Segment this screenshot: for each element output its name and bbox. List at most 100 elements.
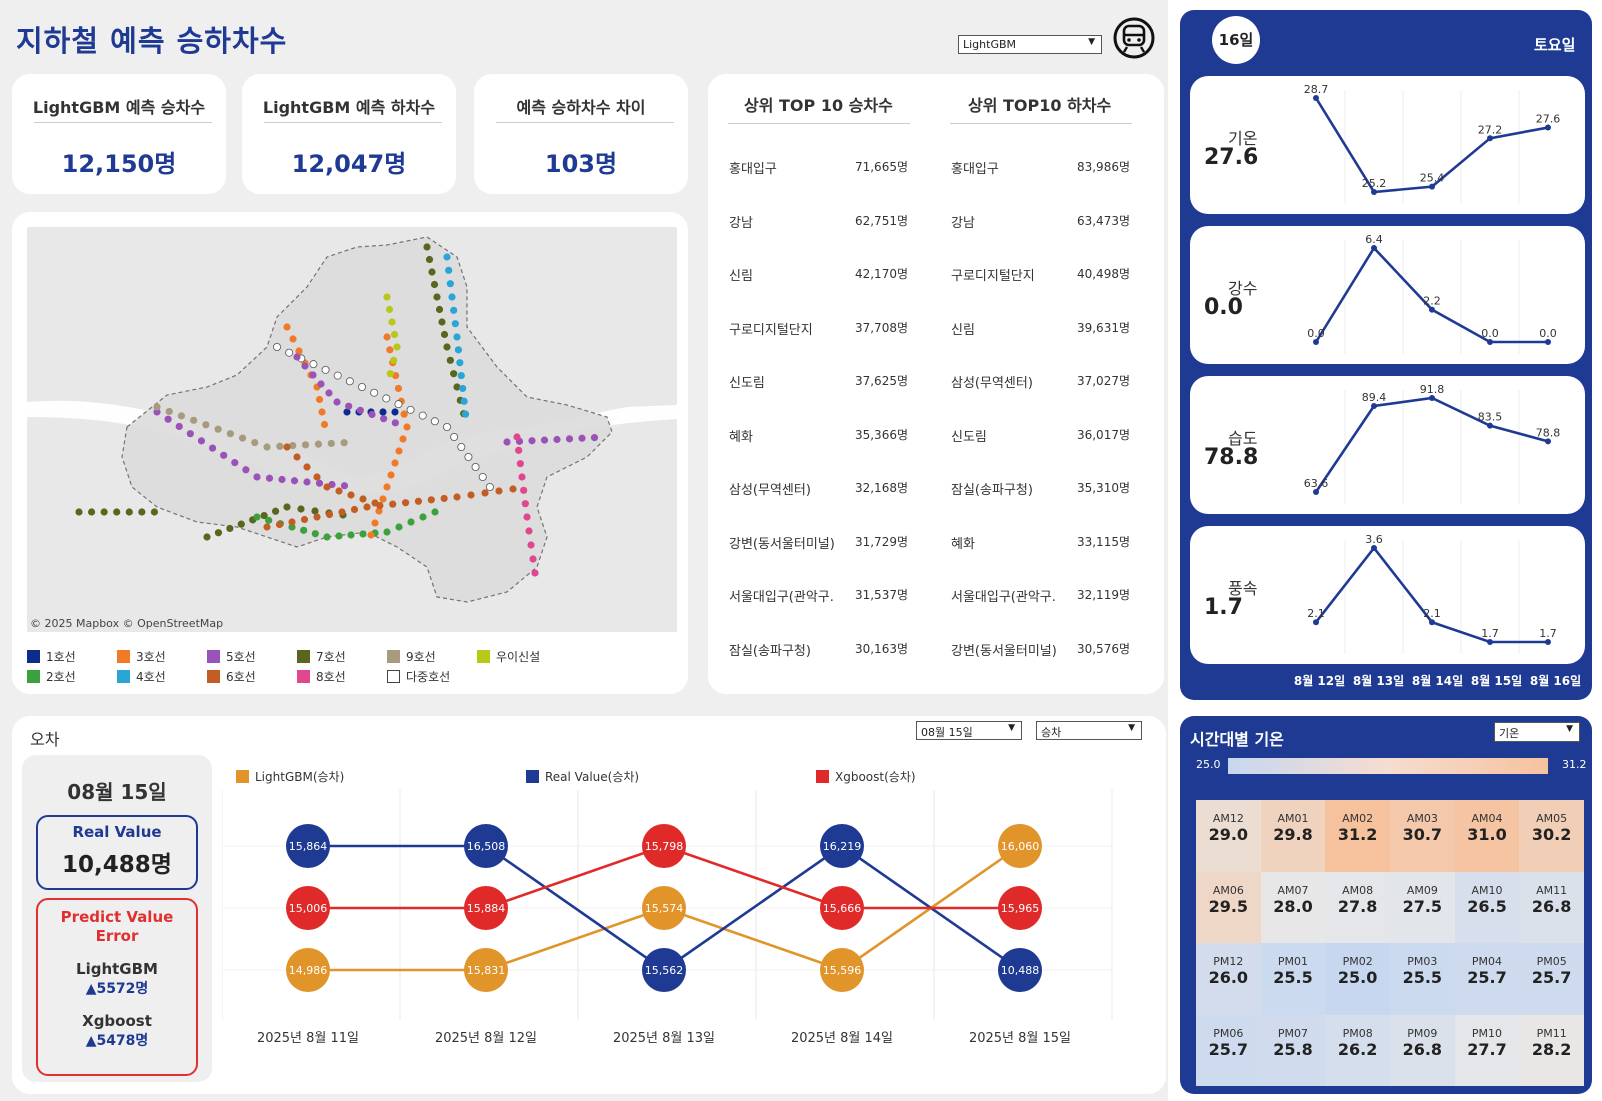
station-marker[interactable]: [314, 440, 323, 448]
station-marker[interactable]: [440, 494, 448, 503]
station-marker[interactable]: [293, 453, 301, 461]
station-marker[interactable]: [383, 333, 391, 341]
station-marker[interactable]: [138, 508, 146, 516]
station-marker[interactable]: [300, 526, 308, 534]
station-marker[interactable]: [435, 305, 444, 314]
station-marker[interactable]: [380, 415, 388, 423]
station-marker[interactable]: [467, 491, 475, 499]
station-marker[interactable]: [406, 405, 415, 414]
station-marker[interactable]: [251, 438, 259, 447]
station-marker[interactable]: [333, 371, 342, 380]
station-marker[interactable]: [446, 356, 454, 364]
station-marker[interactable]: [164, 415, 172, 423]
station-marker[interactable]: [387, 471, 395, 479]
map-legend-item[interactable]: 7호선: [297, 648, 346, 665]
station-marker[interactable]: [528, 437, 536, 445]
station-marker[interactable]: [197, 437, 206, 445]
station-marker[interactable]: [431, 508, 439, 516]
station-marker[interactable]: [433, 293, 441, 301]
station-marker[interactable]: [190, 416, 198, 424]
station-marker[interactable]: [253, 513, 261, 521]
station-marker[interactable]: [309, 371, 317, 379]
station-marker[interactable]: [371, 519, 379, 527]
station-marker[interactable]: [395, 523, 403, 531]
hour-cell[interactable]: AM12 29.0: [1196, 800, 1261, 872]
station-marker[interactable]: [391, 408, 399, 416]
station-marker[interactable]: [464, 452, 473, 461]
hour-cell[interactable]: AM06 29.5: [1196, 871, 1261, 943]
station-marker[interactable]: [350, 505, 359, 514]
station-marker[interactable]: [113, 508, 121, 516]
station-marker[interactable]: [427, 496, 435, 504]
station-marker[interactable]: [253, 473, 261, 481]
station-marker[interactable]: [301, 441, 310, 449]
station-marker[interactable]: [394, 384, 403, 393]
station-marker[interactable]: [393, 343, 401, 351]
station-marker[interactable]: [293, 353, 301, 361]
station-marker[interactable]: [263, 523, 271, 531]
station-marker[interactable]: [386, 370, 394, 378]
station-marker[interactable]: [391, 419, 399, 427]
station-marker[interactable]: [442, 422, 451, 431]
station-marker[interactable]: [401, 499, 410, 507]
station-marker[interactable]: [418, 411, 427, 420]
station-marker[interactable]: [509, 485, 517, 493]
station-marker[interactable]: [382, 394, 391, 403]
station-marker[interactable]: [457, 442, 466, 451]
station-marker[interactable]: [495, 487, 503, 495]
station-marker[interactable]: [553, 435, 561, 444]
station-marker[interactable]: [367, 531, 375, 539]
station-marker[interactable]: [485, 482, 494, 491]
hour-cell[interactable]: AM08 27.8: [1325, 871, 1390, 943]
station-marker[interactable]: [283, 443, 291, 451]
station-marker[interactable]: [423, 243, 431, 251]
map-legend-item[interactable]: 6호선: [207, 668, 256, 685]
map-legend-item[interactable]: 8호선: [297, 668, 346, 685]
hour-cell[interactable]: PM03 25.5: [1389, 943, 1455, 1015]
station-marker[interactable]: [283, 503, 291, 511]
station-marker[interactable]: [177, 412, 186, 420]
hour-cell[interactable]: PM09 26.8: [1389, 1014, 1455, 1086]
hour-cell[interactable]: PM01 25.5: [1260, 943, 1326, 1015]
station-marker[interactable]: [430, 280, 439, 289]
hour-cell[interactable]: AM01 29.8: [1260, 800, 1326, 872]
station-marker[interactable]: [414, 497, 423, 505]
station-marker[interactable]: [456, 359, 464, 367]
station-marker[interactable]: [238, 434, 247, 442]
station-marker[interactable]: [578, 434, 586, 442]
station-marker[interactable]: [513, 433, 521, 441]
station-marker[interactable]: [430, 417, 439, 426]
hour-cell[interactable]: PM02 25.0: [1325, 943, 1390, 1015]
station-marker[interactable]: [242, 466, 250, 474]
station-marker[interactable]: [317, 380, 325, 388]
station-marker[interactable]: [327, 439, 335, 448]
station-marker[interactable]: [457, 371, 465, 380]
station-marker[interactable]: [165, 407, 173, 416]
station-marker[interactable]: [321, 365, 330, 374]
station-marker[interactable]: [390, 356, 398, 364]
map-legend-item[interactable]: 1호선: [27, 648, 76, 665]
station-marker[interactable]: [394, 400, 403, 409]
station-marker[interactable]: [263, 443, 271, 451]
station-marker[interactable]: [523, 513, 531, 521]
station-marker[interactable]: [345, 402, 353, 410]
station-marker[interactable]: [150, 508, 159, 516]
station-marker[interactable]: [208, 444, 217, 452]
hour-cell[interactable]: AM10 26.5: [1454, 871, 1520, 943]
station-marker[interactable]: [309, 360, 318, 369]
station-marker[interactable]: [265, 474, 274, 482]
station-marker[interactable]: [445, 266, 453, 274]
station-marker[interactable]: [390, 330, 399, 339]
hour-cell[interactable]: PM07 25.8: [1260, 1014, 1326, 1086]
station-marker[interactable]: [357, 382, 366, 391]
map-legend-item[interactable]: 3호선: [117, 648, 166, 665]
station-marker[interactable]: [214, 529, 223, 537]
station-marker[interactable]: [443, 253, 451, 261]
station-marker[interactable]: [516, 460, 524, 468]
map-legend-item[interactable]: 4호선: [117, 668, 166, 685]
station-marker[interactable]: [425, 255, 434, 264]
station-marker[interactable]: [450, 306, 458, 314]
station-marker[interactable]: [363, 503, 371, 511]
station-marker[interactable]: [271, 507, 280, 515]
map-legend-item[interactable]: 2호선: [27, 668, 76, 685]
